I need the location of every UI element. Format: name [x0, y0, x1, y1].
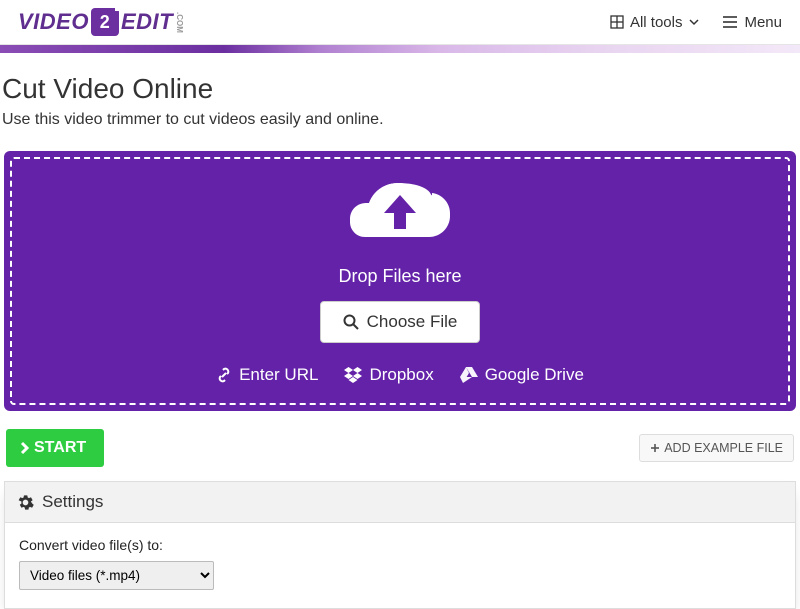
action-row: START ADD EXAMPLE FILE [0, 411, 800, 481]
drop-files-text: Drop Files here [22, 266, 778, 287]
chevron-right-icon [20, 441, 30, 455]
grid-icon [610, 15, 624, 29]
cloud-upload-icon [22, 181, 778, 258]
dropzone-container: Drop Files here Choose File Enter URL Dr… [4, 151, 796, 411]
settings-header: Settings [5, 482, 795, 523]
start-button[interactable]: START [6, 429, 104, 467]
choose-file-label: Choose File [367, 312, 458, 332]
logo-text-edit: EDIT [121, 9, 173, 35]
dropbox-icon [344, 367, 362, 383]
settings-body: Convert video file(s) to: Video files (*… [5, 523, 795, 608]
google-drive-icon [460, 367, 478, 383]
page-title: Cut Video Online [2, 73, 798, 105]
convert-label: Convert video file(s) to: [19, 537, 781, 553]
settings-panel: Settings Convert video file(s) to: Video… [4, 481, 796, 609]
link-icon [216, 367, 232, 383]
header-right: All tools Menu [610, 14, 782, 31]
google-drive-option[interactable]: Google Drive [460, 365, 584, 385]
logo-suffix: .COM [175, 12, 184, 33]
gear-icon [17, 494, 34, 511]
hamburger-icon [722, 15, 738, 29]
add-example-label: ADD EXAMPLE FILE [664, 441, 783, 455]
brand-stripe [0, 45, 800, 53]
settings-heading-text: Settings [42, 492, 103, 512]
menu-button[interactable]: Menu [722, 14, 782, 31]
choose-file-button[interactable]: Choose File [320, 301, 481, 343]
dropzone[interactable]: Drop Files here Choose File Enter URL Dr… [10, 157, 790, 405]
search-icon [343, 314, 359, 330]
google-drive-label: Google Drive [485, 365, 584, 385]
chevron-down-icon [688, 16, 700, 28]
logo-text-video: VIDEO [18, 9, 89, 35]
dropbox-option[interactable]: Dropbox [344, 365, 433, 385]
logo[interactable]: VIDEO 2 EDIT .COM [18, 8, 184, 36]
plus-icon [650, 443, 660, 453]
all-tools-label: All tools [630, 14, 683, 31]
enter-url-label: Enter URL [239, 365, 318, 385]
page-subtitle: Use this video trimmer to cut videos eas… [2, 111, 798, 129]
logo-badge-2: 2 [91, 8, 119, 36]
upload-options: Enter URL Dropbox Google Drive [22, 365, 778, 385]
start-label: START [34, 439, 86, 457]
dropbox-label: Dropbox [369, 365, 433, 385]
enter-url-option[interactable]: Enter URL [216, 365, 318, 385]
menu-label: Menu [744, 14, 782, 31]
header: VIDEO 2 EDIT .COM All tools Menu [0, 0, 800, 45]
all-tools-menu[interactable]: All tools [610, 14, 701, 31]
add-example-file-button[interactable]: ADD EXAMPLE FILE [639, 434, 794, 462]
